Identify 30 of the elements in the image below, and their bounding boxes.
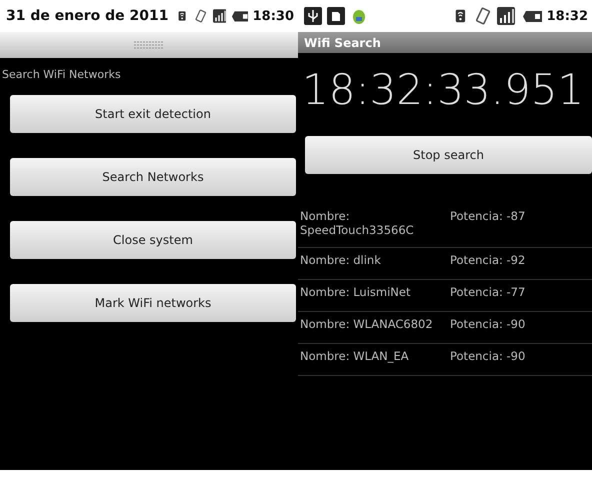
window-title: Wifi Search (304, 36, 381, 50)
robot-icon (350, 7, 368, 25)
network-name: Nombre: dlink (300, 253, 382, 269)
grip-icon (134, 41, 164, 49)
signal-icon (496, 7, 515, 25)
network-name: Nombre: WLANAC6802 (300, 317, 434, 333)
status-time: 18:32 (546, 8, 588, 24)
app-label: Search WiFi Networks (1, 67, 122, 83)
clock-readout: 18:32:33.951 (301, 64, 586, 116)
rotate-phone-icon (194, 7, 208, 25)
network-name: Nombre: SpeedTouch33566C (300, 209, 415, 239)
network-name: Nombre: LuismiNet (300, 285, 412, 301)
network-power: Potencia: -77 (450, 285, 526, 301)
network-power: Potencia: -90 (450, 317, 526, 333)
network-name: Nombre: WLAN_EA (300, 349, 410, 365)
network-power: Potencia: -87 (450, 209, 526, 225)
menu-button[interactable]: Mark WiFi networks (10, 284, 296, 322)
status-date: 31 de enero de 2011 (6, 8, 168, 24)
usb-icon (304, 7, 322, 25)
network-power: Potencia: -92 (450, 253, 526, 269)
stop-search-button[interactable]: Stop search (305, 136, 592, 174)
signal-icon (212, 7, 226, 25)
status-time: 18:30 (252, 8, 294, 24)
menu-button[interactable]: Close system (10, 221, 296, 259)
notification-handle[interactable] (0, 32, 298, 58)
menu-button[interactable]: Start exit detection (10, 95, 296, 133)
sd-card-icon (327, 7, 345, 25)
rotate-phone-icon (474, 7, 492, 25)
network-power: Potencia: -90 (450, 349, 526, 365)
menu-button[interactable]: Search Networks (10, 158, 296, 196)
